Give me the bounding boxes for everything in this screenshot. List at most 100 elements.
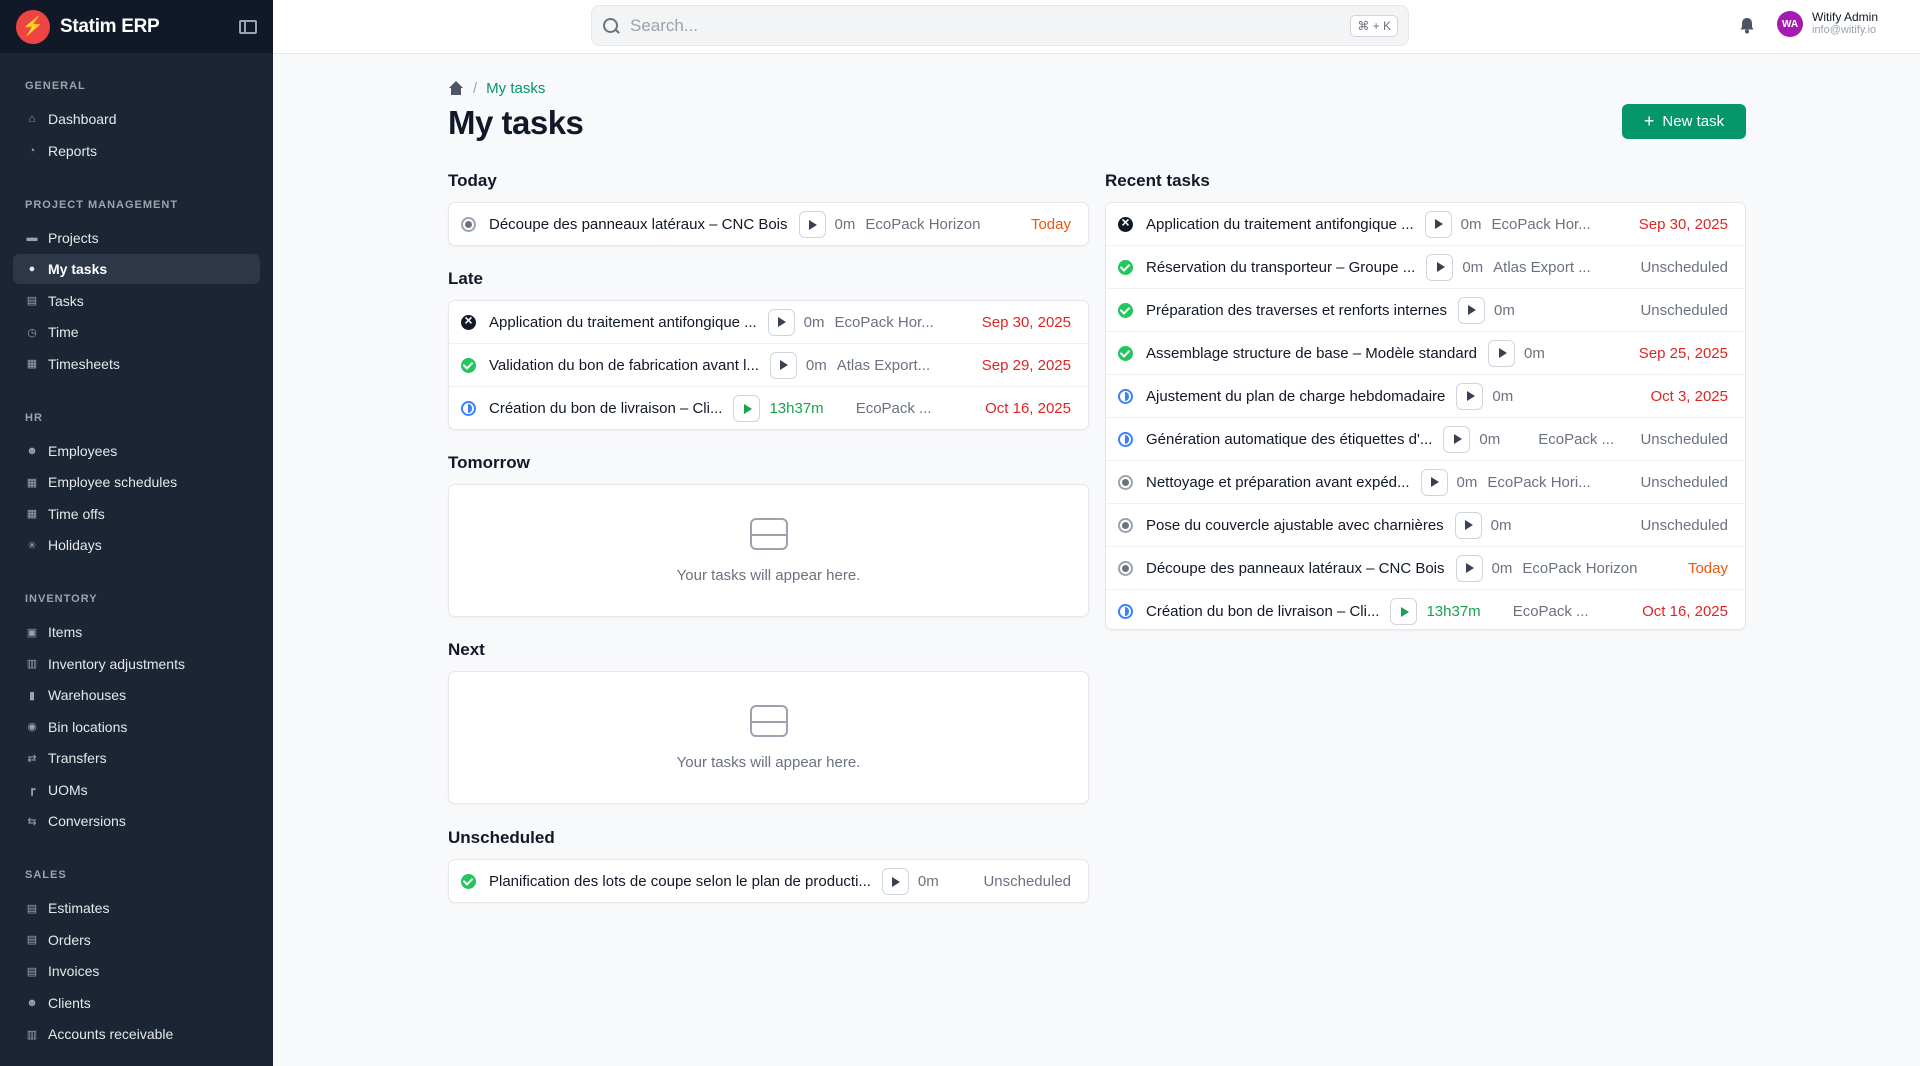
- task-name[interactable]: Préparation des traverses et renforts in…: [1146, 302, 1447, 319]
- search-bar[interactable]: ⌘ + K: [591, 5, 1409, 46]
- status-green-icon[interactable]: [1118, 259, 1133, 275]
- sidebar-item-tasks[interactable]: ▤ Tasks: [13, 286, 260, 316]
- task-name[interactable]: Génération automatique des étiquettes d'…: [1146, 431, 1432, 448]
- task-name[interactable]: Création du bon de livraison – Cli...: [489, 400, 722, 417]
- breadcrumb-current[interactable]: My tasks: [486, 80, 545, 97]
- sidebar-item-employees[interactable]: ☻ Employees: [13, 436, 260, 466]
- task-row[interactable]: Ajustement du plan de charge hebdomadair…: [1106, 375, 1745, 418]
- task-name[interactable]: Nettoyage et préparation avant expéd...: [1146, 474, 1410, 491]
- status-green-icon[interactable]: [461, 874, 476, 889]
- task-name[interactable]: Découpe des panneaux latéraux – CNC Bois: [489, 216, 788, 233]
- sidebar-item-clients[interactable]: ☻ Clients: [13, 988, 260, 1018]
- sidebar-item-bin-locations[interactable]: ◉ Bin locations: [13, 712, 260, 742]
- play-icon[interactable]: [767, 308, 795, 336]
- play-icon[interactable]: [1390, 598, 1418, 625]
- play-icon[interactable]: [769, 351, 797, 379]
- project-name[interactable]: EcoPack ...: [1538, 431, 1614, 448]
- status-half-icon[interactable]: [1118, 388, 1133, 404]
- sidebar-item-transfers[interactable]: ⇄ Transfers: [13, 743, 260, 773]
- task-name[interactable]: Ajustement du plan de charge hebdomadair…: [1146, 388, 1445, 405]
- task-row[interactable]: Création du bon de livraison – Cli... 13h…: [1106, 590, 1745, 633]
- task-row[interactable]: Application du traitement antifongique .…: [449, 301, 1088, 344]
- status-green-icon[interactable]: [1118, 345, 1133, 361]
- sidebar-item-dashboard[interactable]: ⌂ Dashboard: [13, 104, 260, 134]
- task-row[interactable]: Découpe des panneaux latéraux – CNC Bois…: [1106, 547, 1745, 590]
- task-row[interactable]: Création du bon de livraison – Cli... 13h…: [449, 387, 1088, 430]
- task-name[interactable]: Validation du bon de fabrication avant l…: [489, 357, 759, 374]
- task-name[interactable]: Pose du couvercle ajustable avec charniè…: [1146, 517, 1444, 534]
- task-row[interactable]: Application du traitement antifongique .…: [1106, 203, 1745, 246]
- sidebar-item-conversions[interactable]: ⇆ Conversions: [13, 806, 260, 836]
- project-name[interactable]: EcoPack Horizon: [1522, 560, 1637, 577]
- task-row[interactable]: Nettoyage et préparation avant expéd... 0…: [1106, 461, 1745, 504]
- play-icon[interactable]: [1426, 253, 1454, 281]
- task-row[interactable]: Assemblage structure de base – Modèle st…: [1106, 332, 1745, 375]
- task-row[interactable]: Génération automatique des étiquettes d'…: [1106, 418, 1745, 461]
- task-row[interactable]: Pose du couvercle ajustable avec charniè…: [1106, 504, 1745, 547]
- project-name[interactable]: EcoPack ...: [856, 400, 932, 417]
- project-name[interactable]: EcoPack Hori...: [1487, 474, 1590, 491]
- project-name[interactable]: Atlas Export...: [837, 357, 930, 374]
- user-menu[interactable]: WA Witify Admin info@witify.io: [1777, 11, 1878, 37]
- sidebar-item-orders[interactable]: ▤ Orders: [13, 925, 260, 955]
- project-name[interactable]: EcoPack Hor...: [835, 314, 934, 331]
- task-name[interactable]: Application du traitement antifongique .…: [489, 314, 757, 331]
- status-gray-icon[interactable]: [1118, 517, 1133, 533]
- play-icon[interactable]: [1488, 339, 1516, 367]
- project-name[interactable]: EcoPack ...: [1513, 603, 1589, 620]
- sidebar-item-warehouses[interactable]: ▮ Warehouses: [13, 680, 260, 710]
- sidebar-item-holidays[interactable]: ✳ Holidays: [13, 530, 260, 560]
- project-name[interactable]: EcoPack Hor...: [1492, 216, 1591, 233]
- task-row[interactable]: Préparation des traverses et renforts in…: [1106, 289, 1745, 332]
- sidebar-item-estimates[interactable]: ▤ Estimates: [13, 893, 260, 923]
- status-half-icon[interactable]: [1118, 604, 1133, 619]
- sidebar-item-items[interactable]: ▣ Items: [13, 617, 260, 647]
- search-input[interactable]: [630, 15, 1351, 36]
- task-row[interactable]: Découpe des panneaux latéraux – CNC Bois…: [449, 203, 1088, 246]
- status-gray-icon[interactable]: [1118, 474, 1133, 490]
- sidebar-item-timesheets[interactable]: ▦ Timesheets: [13, 349, 260, 379]
- status-black-icon[interactable]: [461, 312, 476, 330]
- new-task-button[interactable]: + New task: [1622, 104, 1746, 139]
- sidebar-item-my-tasks[interactable]: ● My tasks: [13, 254, 260, 284]
- task-row[interactable]: Réservation du transporteur – Groupe ...…: [1106, 246, 1745, 289]
- play-icon[interactable]: [1443, 425, 1471, 453]
- play-icon[interactable]: [1454, 511, 1482, 539]
- sidebar-item-reports[interactable]: ◔ Reports: [13, 136, 260, 166]
- sidebar-collapse-icon[interactable]: [239, 19, 257, 34]
- project-name[interactable]: EcoPack Horizon: [865, 216, 980, 233]
- task-name[interactable]: Assemblage structure de base – Modèle st…: [1146, 345, 1477, 362]
- bell-icon[interactable]: [1739, 17, 1755, 34]
- task-name[interactable]: Application du traitement antifongique .…: [1146, 216, 1414, 233]
- sidebar-item-projects[interactable]: ▬ Projects: [13, 223, 260, 253]
- sidebar-item-inventory-adjustments[interactable]: ▥ Inventory adjustments: [13, 649, 260, 679]
- status-black-icon[interactable]: [1118, 214, 1133, 232]
- status-gray-icon[interactable]: [461, 217, 476, 232]
- task-name[interactable]: Planification des lots de coupe selon le…: [489, 873, 871, 890]
- sidebar-item-invoices[interactable]: ▤ Invoices: [13, 956, 260, 986]
- play-icon[interactable]: [1424, 210, 1452, 238]
- task-name[interactable]: Création du bon de livraison – Cli...: [1146, 603, 1379, 620]
- status-half-icon[interactable]: [461, 401, 476, 416]
- task-row[interactable]: Validation du bon de fabrication avant l…: [449, 344, 1088, 387]
- sidebar-item-time-offs[interactable]: ▦ Time offs: [13, 499, 260, 529]
- status-gray-icon[interactable]: [1118, 560, 1133, 576]
- status-green-icon[interactable]: [1118, 302, 1133, 318]
- sidebar-item-employee-schedules[interactable]: ▦ Employee schedules: [13, 467, 260, 497]
- sidebar-item-time[interactable]: ◷ Time: [13, 317, 260, 347]
- play-icon[interactable]: [1457, 296, 1485, 324]
- task-name[interactable]: Découpe des panneaux latéraux – CNC Bois: [1146, 560, 1445, 577]
- play-icon[interactable]: [798, 211, 826, 238]
- play-icon[interactable]: [1455, 554, 1483, 582]
- play-icon[interactable]: [1456, 382, 1484, 410]
- play-icon[interactable]: [733, 395, 761, 422]
- play-icon[interactable]: [881, 868, 909, 895]
- play-icon[interactable]: [1420, 468, 1448, 496]
- status-green-icon[interactable]: [461, 357, 476, 373]
- status-half-icon[interactable]: [1118, 431, 1133, 447]
- project-name[interactable]: Atlas Export ...: [1493, 259, 1591, 276]
- sidebar-item-accounts-receivable[interactable]: ▥ Accounts receivable: [13, 1019, 260, 1049]
- sidebar-item-uoms[interactable]: ┏ UOMs: [13, 775, 260, 805]
- task-row[interactable]: Planification des lots de coupe selon le…: [449, 860, 1088, 903]
- task-name[interactable]: Réservation du transporteur – Groupe ...: [1146, 259, 1415, 276]
